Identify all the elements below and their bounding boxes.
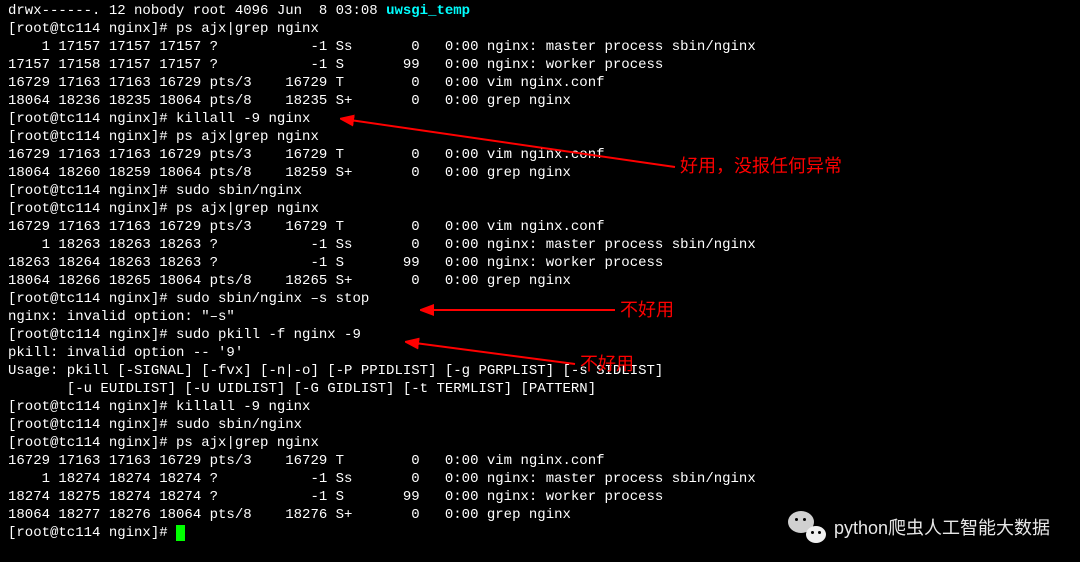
ps-output-row: 1 18274 18274 18274 ? -1 Ss 0 0:00 nginx…	[8, 470, 1072, 488]
ps-output-row: 16729 17163 17163 16729 pts/3 16729 T 0 …	[8, 218, 1072, 236]
usage-line: Usage: pkill [-SIGNAL] [-fvx] [-n|-o] [-…	[8, 362, 1072, 380]
watermark-text: python爬虫人工智能大数据	[834, 519, 1050, 537]
ps-output-row: 16729 17163 17163 16729 pts/3 16729 T 0 …	[8, 146, 1072, 164]
ps-output-row: 1 17157 17157 17157 ? -1 Ss 0 0:00 nginx…	[8, 38, 1072, 56]
wechat-icon	[788, 509, 826, 547]
terminal-prompt-line: [root@tc114 nginx]# ps ajx|grep nginx	[8, 200, 1072, 218]
ps-output-row: 17157 17158 17157 17157 ? -1 S 99 0:00 n…	[8, 56, 1072, 74]
terminal-prompt-line: [root@tc114 nginx]# sudo sbin/nginx	[8, 182, 1072, 200]
cursor-icon	[176, 525, 185, 541]
annotation-bad-1: 不好用	[620, 301, 674, 319]
terminal-prompt-line: [root@tc114 nginx]# sudo sbin/nginx –s s…	[8, 290, 1072, 308]
error-line: nginx: invalid option: "–s"	[8, 308, 1072, 326]
terminal-prompt-line: [root@tc114 nginx]# sudo sbin/nginx	[8, 416, 1072, 434]
terminal-prompt-line: [root@tc114 nginx]# ps ajx|grep nginx	[8, 128, 1072, 146]
terminal-prompt-line: [root@tc114 nginx]# ps ajx|grep nginx	[8, 20, 1072, 38]
dir-name: uwsgi_temp	[386, 3, 470, 19]
terminal-line-top: drwx------. 12 nobody root 4096 Jun 8 03…	[8, 2, 1072, 20]
ps-output-row: 18263 18264 18263 18263 ? -1 S 99 0:00 n…	[8, 254, 1072, 272]
ps-output-row: 16729 17163 17163 16729 pts/3 16729 T 0 …	[8, 74, 1072, 92]
annotation-bad-2: 不好用	[580, 355, 634, 373]
ps-output-row: 18064 18260 18259 18064 pts/8 18259 S+ 0…	[8, 164, 1072, 182]
ps-output-row: 16729 17163 17163 16729 pts/3 16729 T 0 …	[8, 452, 1072, 470]
error-line: pkill: invalid option -- '9'	[8, 344, 1072, 362]
ps-output-row: 18064 18266 18265 18064 pts/8 18265 S+ 0…	[8, 272, 1072, 290]
terminal-prompt-line: [root@tc114 nginx]# killall -9 nginx	[8, 110, 1072, 128]
ps-output-row: 18064 18236 18235 18064 pts/8 18235 S+ 0…	[8, 92, 1072, 110]
terminal-prompt-line: [root@tc114 nginx]# sudo pkill -f nginx …	[8, 326, 1072, 344]
usage-line: [-u EUIDLIST] [-U UIDLIST] [-G GIDLIST] …	[8, 380, 1072, 398]
ps-output-row: 18274 18275 18274 18274 ? -1 S 99 0:00 n…	[8, 488, 1072, 506]
terminal-prompt-line: [root@tc114 nginx]# killall -9 nginx	[8, 398, 1072, 416]
ps-output-row: 1 18263 18263 18263 ? -1 Ss 0 0:00 nginx…	[8, 236, 1072, 254]
watermark: python爬虫人工智能大数据	[788, 509, 1050, 547]
terminal-prompt-line: [root@tc114 nginx]# ps ajx|grep nginx	[8, 434, 1072, 452]
annotation-good: 好用，没报任何异常	[680, 157, 842, 175]
